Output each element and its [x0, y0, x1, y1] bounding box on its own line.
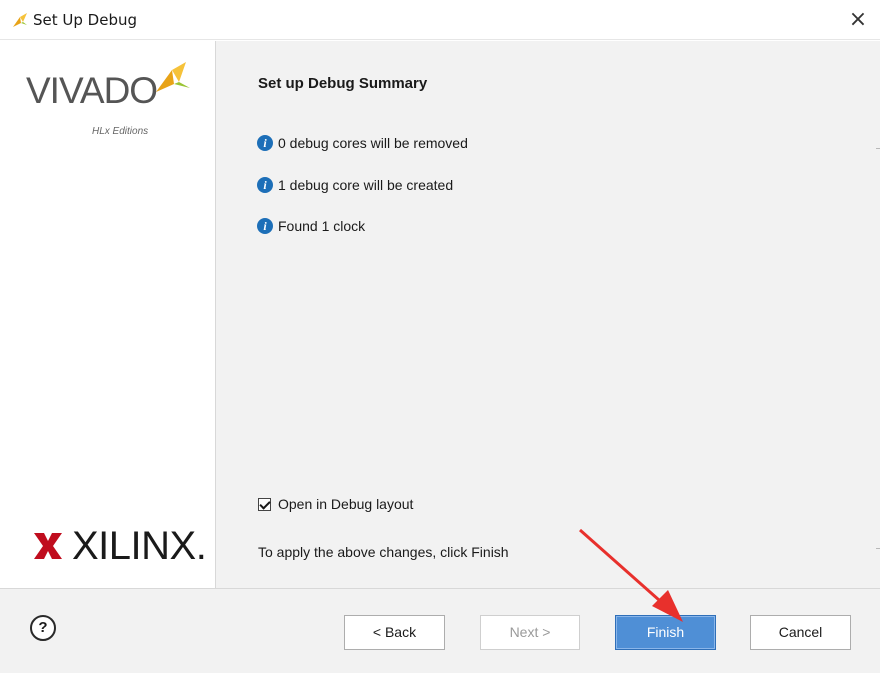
- vivado-logo: VIVADO HLx Editions: [26, 62, 190, 137]
- vivado-wordmark: VIVADO: [26, 70, 158, 111]
- title-bar: Set Up Debug ×: [0, 0, 880, 40]
- finish-button[interactable]: Finish: [615, 615, 716, 650]
- edge-mark: [876, 548, 880, 549]
- info-item: i 1 debug core will be created: [257, 175, 453, 195]
- xilinx-wordmark: XILINX.: [72, 524, 207, 568]
- info-item: i 0 debug cores will be removed: [257, 133, 468, 153]
- checkbox-checked-icon[interactable]: [258, 497, 271, 511]
- page-title: Set up Debug Summary: [258, 75, 428, 92]
- info-text: 0 debug cores will be removed: [278, 135, 468, 151]
- vivado-leaf-icon: [13, 13, 27, 27]
- vivado-leaf-icon: [156, 62, 190, 92]
- open-debug-layout-checkbox[interactable]: Open in Debug layout: [258, 496, 413, 512]
- close-button[interactable]: ×: [844, 7, 872, 33]
- next-button[interactable]: Next >: [480, 615, 580, 650]
- back-button[interactable]: < Back: [344, 615, 445, 650]
- vivado-subtitle: HLx Editions: [92, 126, 149, 137]
- checkbox-label: Open in Debug layout: [278, 496, 414, 512]
- apply-hint: To apply the above changes, click Finish: [258, 544, 509, 560]
- info-item: i Found 1 clock: [257, 216, 365, 236]
- info-text: 1 debug core will be created: [278, 177, 454, 193]
- info-icon: i: [257, 135, 273, 151]
- cancel-button[interactable]: Cancel: [750, 615, 851, 650]
- info-text: Found 1 clock: [278, 218, 366, 234]
- help-button[interactable]: ?: [30, 615, 56, 641]
- window-title: Set Up Debug: [33, 11, 137, 29]
- info-icon: i: [257, 218, 273, 234]
- branding-panel: [0, 41, 216, 588]
- info-icon: i: [257, 177, 273, 193]
- xilinx-x-icon: [34, 533, 62, 559]
- edge-mark: [876, 148, 880, 149]
